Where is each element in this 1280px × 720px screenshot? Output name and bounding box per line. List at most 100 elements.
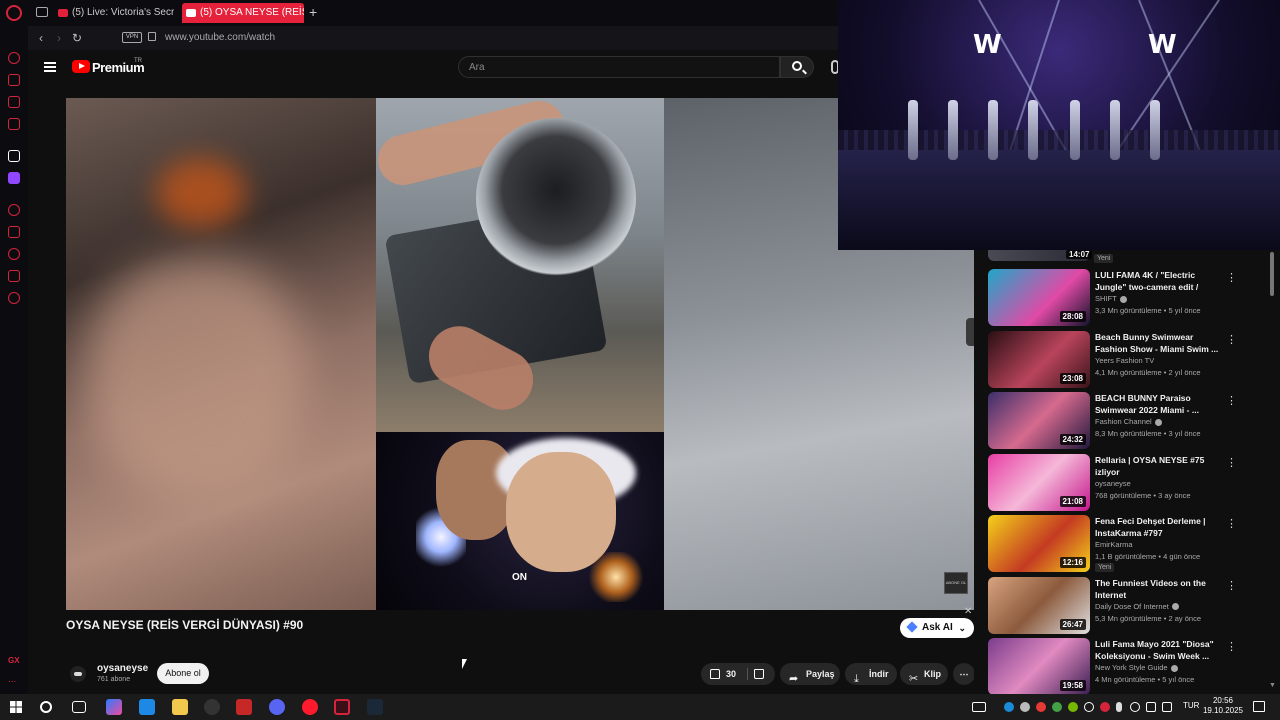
tray-app-icon[interactable] bbox=[1084, 702, 1094, 712]
recommendation-title[interactable]: Rellaria | OYSA NEYSE #75 izliyor bbox=[1095, 454, 1219, 478]
more-vert-icon[interactable]: ⋮ bbox=[1226, 517, 1237, 530]
recommendation-title[interactable]: Beach Bunny Swimwear Fashion Show - Miam… bbox=[1095, 331, 1219, 355]
dislike-icon[interactable] bbox=[754, 669, 764, 679]
channel-avatar[interactable] bbox=[70, 666, 86, 682]
search-button[interactable] bbox=[780, 56, 814, 78]
recommendation-item[interactable]: 23:08 Beach Bunny Swimwear Fashion Show -… bbox=[988, 330, 1278, 389]
recommendation-thumbnail[interactable]: 12:16 bbox=[988, 515, 1090, 572]
more-vert-icon[interactable]: ⋮ bbox=[1226, 640, 1237, 653]
copilot-icon[interactable] bbox=[106, 699, 122, 715]
recommendation-item[interactable]: 21:08 Rellaria | OYSA NEYSE #75 izliyor oy… bbox=[988, 453, 1278, 512]
more-vert-icon[interactable]: ⋮ bbox=[1226, 271, 1237, 284]
recommendation-title[interactable]: The Funniest Videos on the Internet bbox=[1095, 577, 1219, 601]
search-icon[interactable] bbox=[40, 701, 52, 713]
discord-icon[interactable] bbox=[269, 699, 285, 715]
opera-icon[interactable] bbox=[302, 699, 318, 715]
recommendation-thumbnail[interactable]: 21:08 bbox=[988, 453, 1090, 511]
more-vert-icon[interactable]: ⋮ bbox=[1226, 394, 1237, 407]
recommendation-item[interactable]: 12:16 Fena Feci Dehşet Derleme | InstaKar… bbox=[988, 515, 1278, 573]
close-icon[interactable]: ✕ bbox=[964, 606, 972, 617]
tray-app-icon[interactable] bbox=[1036, 702, 1046, 712]
pinboard-icon[interactable] bbox=[8, 226, 20, 238]
steam-icon[interactable] bbox=[367, 699, 383, 715]
sidebar-more-icon[interactable]: ... bbox=[8, 674, 16, 685]
back-icon[interactable]: ‹ bbox=[34, 31, 48, 45]
network-icon[interactable] bbox=[1146, 702, 1156, 712]
recommendation-item[interactable]: 24:32 BEACH BUNNY Paraiso Swimwear 2022 M… bbox=[988, 392, 1278, 450]
video-editor-icon[interactable] bbox=[236, 699, 252, 715]
clock-time[interactable]: 20:56 bbox=[1206, 696, 1240, 705]
like-count[interactable]: 30 bbox=[726, 663, 736, 685]
recommendation-channel[interactable]: EmirKarma bbox=[1095, 540, 1133, 549]
browser-tab-victorias-secret[interactable]: (5) Live: Victoria's Secret bbox=[54, 3, 174, 23]
recommendation-title[interactable]: Luli Fama Mayo 2021 "Diosa" Koleksiyonu … bbox=[1095, 638, 1219, 662]
tab-overview-icon[interactable] bbox=[36, 7, 48, 17]
download-button[interactable]: ⤓ İndir bbox=[845, 663, 897, 685]
recommendation-title[interactable]: LULI FAMA 4K / "Electric Jungle" two-cam… bbox=[1095, 269, 1219, 293]
scroll-down-icon[interactable]: ▼ bbox=[1269, 682, 1276, 689]
recommendation-item[interactable]: 19:58 Luli Fama Mayo 2021 "Diosa" Koleksi… bbox=[988, 638, 1278, 694]
task-view-icon[interactable] bbox=[72, 701, 86, 713]
forward-icon[interactable]: › bbox=[52, 31, 66, 45]
keyboard-icon[interactable] bbox=[972, 702, 986, 712]
tray-app-icon[interactable] bbox=[1004, 702, 1014, 712]
share-button[interactable]: ➦ Paylaş bbox=[780, 663, 840, 685]
vpn-badge[interactable]: VPN bbox=[122, 32, 142, 43]
recommendation-item[interactable]: 28:08 LULI FAMA 4K / "Electric Jungle" tw… bbox=[988, 269, 1278, 327]
microphone-icon[interactable] bbox=[1116, 702, 1122, 712]
more-actions-button[interactable]: ⋯ bbox=[953, 663, 975, 685]
volume-icon[interactable] bbox=[1162, 702, 1172, 712]
recommendation-channel[interactable]: SHIFT bbox=[1095, 294, 1127, 303]
clip-button[interactable]: ✂ Klip bbox=[900, 663, 948, 685]
recommendation-channel[interactable]: Yeers Fashion TV bbox=[1095, 356, 1154, 365]
history-icon[interactable] bbox=[8, 248, 20, 260]
extensions-icon[interactable] bbox=[8, 270, 20, 282]
recommendation-thumbnail[interactable]: 26:47 bbox=[988, 576, 1090, 634]
recommendation-channel[interactable]: Fashion Channel bbox=[1095, 417, 1162, 426]
windows-start-icon[interactable] bbox=[10, 701, 22, 713]
subscribe-button[interactable]: Abone ol bbox=[157, 663, 209, 684]
nvidia-icon[interactable] bbox=[1068, 702, 1078, 712]
gx-corner-icon[interactable] bbox=[8, 74, 20, 86]
subscribe-watermark[interactable]: ABONE OL bbox=[944, 572, 968, 594]
tray-app-icon[interactable] bbox=[1100, 702, 1110, 712]
picture-in-picture-player[interactable]: W W bbox=[838, 0, 1280, 250]
player-icon[interactable] bbox=[8, 204, 20, 216]
recommendation-thumbnail[interactable]: 24:32 bbox=[988, 392, 1090, 449]
tray-app-icon[interactable] bbox=[1020, 702, 1030, 712]
ai-aria-icon[interactable] bbox=[8, 150, 20, 162]
tray-app-icon[interactable] bbox=[1052, 702, 1062, 712]
tray-app-icon[interactable] bbox=[1130, 702, 1140, 712]
more-vert-icon[interactable]: ⋮ bbox=[1226, 456, 1237, 469]
gx-control-icon[interactable] bbox=[8, 52, 20, 64]
recommendation-title[interactable]: Fena Feci Dehşet Derleme | InstaKarma #7… bbox=[1095, 515, 1219, 539]
edge-icon[interactable] bbox=[139, 699, 155, 715]
file-explorer-icon[interactable] bbox=[172, 699, 188, 715]
ask-ai-button[interactable]: Ask AI ⌄ bbox=[900, 618, 974, 638]
clock-app-icon[interactable] bbox=[204, 699, 220, 715]
new-tab-button[interactable]: + bbox=[309, 4, 317, 20]
recommendation-title[interactable]: BEACH BUNNY Paraiso Swimwear 2022 Miami … bbox=[1095, 392, 1219, 416]
youtube-logo-icon[interactable] bbox=[72, 60, 90, 73]
recommendation-channel[interactable]: New York Style Guide bbox=[1095, 663, 1178, 672]
more-vert-icon[interactable]: ⋮ bbox=[1226, 579, 1237, 592]
opera-gx-taskbar-icon[interactable] bbox=[334, 699, 350, 715]
recommendation-thumbnail[interactable]: 28:08 bbox=[988, 269, 1090, 326]
notification-icon[interactable] bbox=[1253, 701, 1265, 712]
scrollbar-thumb[interactable] bbox=[1270, 252, 1274, 296]
recommendation-channel[interactable]: oysaneyse bbox=[1095, 479, 1131, 488]
recommendation-channel[interactable]: Daily Dose Of Internet bbox=[1095, 602, 1179, 611]
like-icon[interactable] bbox=[710, 669, 720, 679]
menu-icon[interactable] bbox=[44, 62, 56, 72]
browser-tab-oysa-neyse[interactable]: (5) OYSA NEYSE (REİS bbox=[182, 3, 304, 23]
instagram-icon[interactable] bbox=[8, 118, 20, 130]
url-field[interactable]: www.youtube.com/watch bbox=[165, 32, 275, 43]
lock-icon[interactable] bbox=[148, 32, 156, 41]
search-input[interactable]: Ara bbox=[458, 56, 780, 78]
more-vert-icon[interactable]: ⋮ bbox=[1226, 333, 1237, 346]
messenger-icon[interactable] bbox=[8, 96, 20, 108]
clock-date[interactable]: 19.10.2025 bbox=[1199, 706, 1247, 715]
recommendation-thumbnail[interactable]: 23:08 bbox=[988, 330, 1090, 388]
channel-name[interactable]: oysaneyse bbox=[97, 663, 148, 674]
twitch-icon[interactable] bbox=[8, 172, 20, 184]
